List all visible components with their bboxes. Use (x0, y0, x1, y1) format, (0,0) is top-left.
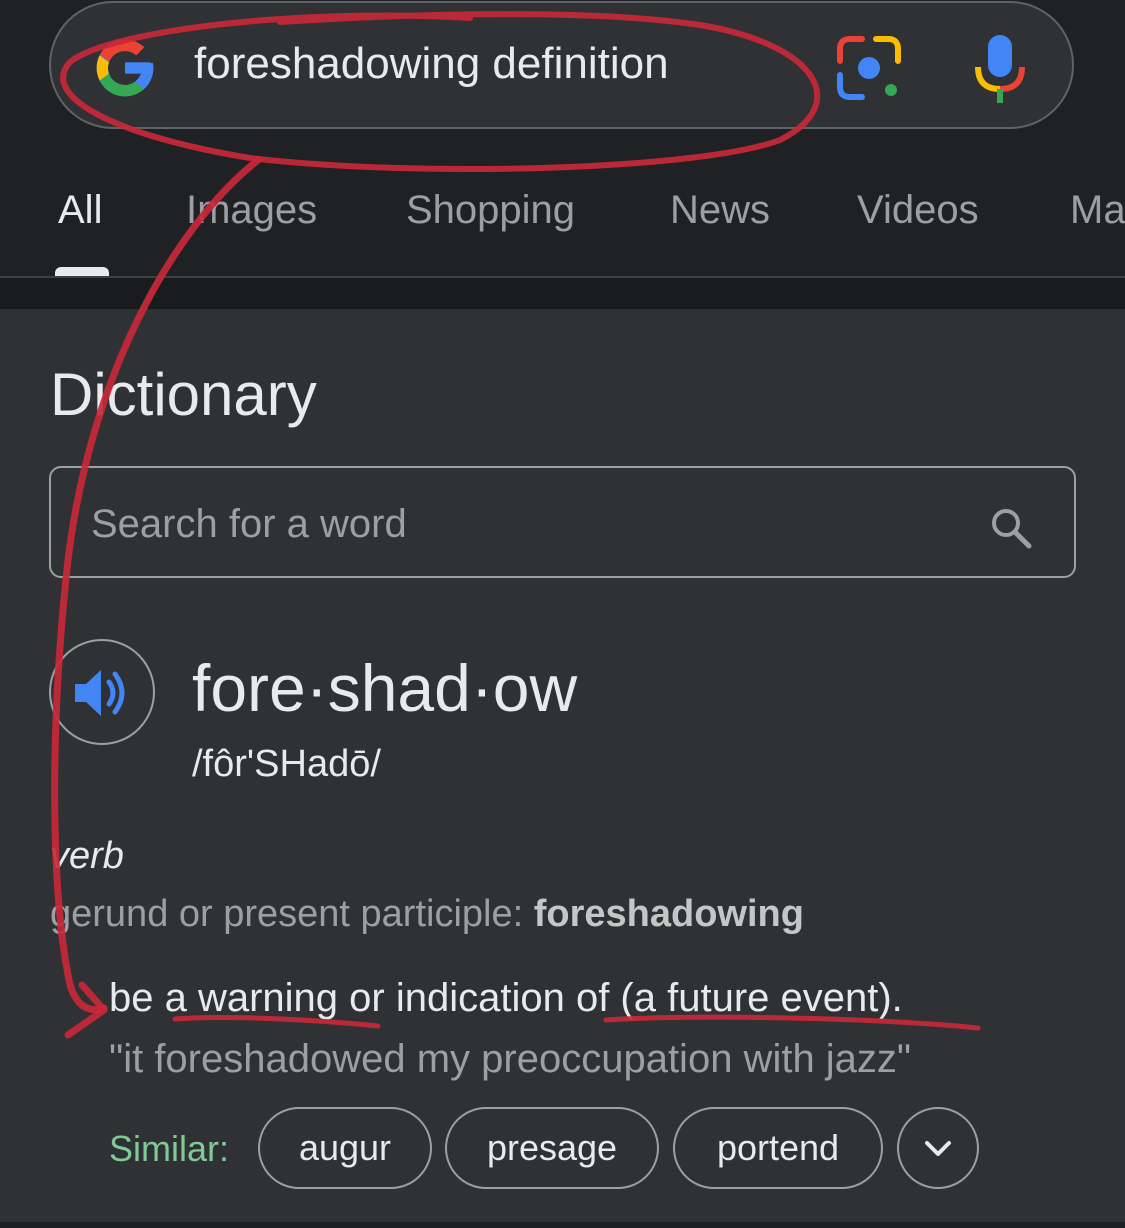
speaker-icon (75, 670, 125, 716)
definition: be a warning or indication of (a future … (109, 976, 903, 1020)
tab-maps[interactable]: Ma (1070, 188, 1125, 233)
tab-shopping[interactable]: Shopping (406, 188, 575, 233)
google-lens-icon[interactable] (834, 33, 904, 103)
gerund-word: foreshadowing (533, 893, 804, 935)
section-separator (0, 278, 1125, 309)
dictionary-heading: Dictionary (50, 361, 317, 428)
word-search-box[interactable] (49, 466, 1076, 578)
similar-chip[interactable]: portend (673, 1107, 883, 1189)
phonetic-spelling: /fôr'SHadō/ (192, 743, 381, 785)
similar-chip[interactable]: augur (258, 1107, 432, 1189)
tab-videos[interactable]: Videos (857, 188, 979, 233)
chevron-down-icon (925, 1141, 951, 1156)
example-sentence: "it foreshadowed my preoccupation with j… (109, 1037, 912, 1081)
tab-images[interactable]: Images (186, 188, 317, 233)
pronunciation-button[interactable] (49, 639, 155, 745)
expand-similar-button[interactable] (897, 1107, 979, 1189)
similar-label: Similar: (109, 1128, 230, 1169)
gerund-label: gerund or present participle: (50, 893, 524, 935)
google-g-icon (96, 39, 154, 97)
gerund-line: gerund or present participle: foreshadow… (50, 893, 804, 936)
search-tabs: All Images Shopping News Videos Ma (0, 180, 1125, 278)
search-icon[interactable] (989, 506, 1033, 550)
similar-chip[interactable]: presage (445, 1107, 659, 1189)
headword: fore·shad·ow (192, 651, 578, 725)
search-query[interactable]: foreshadowing definition (194, 39, 669, 89)
part-of-speech: verb (50, 835, 124, 877)
tab-all[interactable]: All (58, 188, 102, 233)
bottom-separator (0, 1222, 1125, 1228)
search-bar[interactable]: foreshadowing definition (49, 1, 1074, 129)
word-search-input[interactable] (89, 498, 973, 550)
microphone-icon[interactable] (974, 33, 1026, 105)
tab-news[interactable]: News (670, 188, 770, 233)
